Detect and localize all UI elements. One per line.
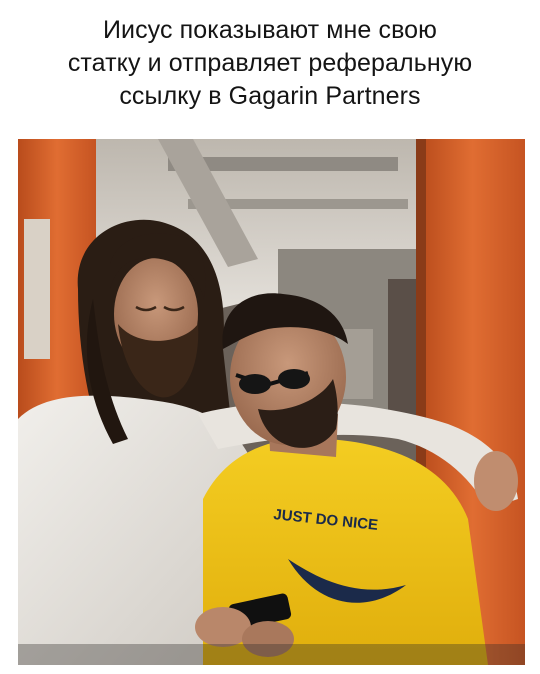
bottom-padding — [0, 666, 540, 674]
hand-on-shoulder — [474, 451, 518, 511]
caption-line-3: ссылку в Gagarin Partners — [119, 82, 421, 110]
meme-photo: JUST DO NICE — [18, 139, 525, 665]
window-sticker — [24, 219, 50, 359]
lower-shadow — [18, 644, 525, 665]
sunglasses-lens-right — [278, 369, 310, 389]
caption-line-1: Иисус показывают мне свою — [102, 16, 438, 44]
meme-caption: Иисус показывают мне свою статку и отпра… — [10, 14, 530, 113]
photo-illustration: JUST DO NICE — [18, 139, 525, 665]
standing-person — [388, 279, 418, 429]
sunglasses-lens-left — [239, 374, 271, 394]
caption-line-2: статку и отправляет реферальную — [67, 49, 473, 77]
